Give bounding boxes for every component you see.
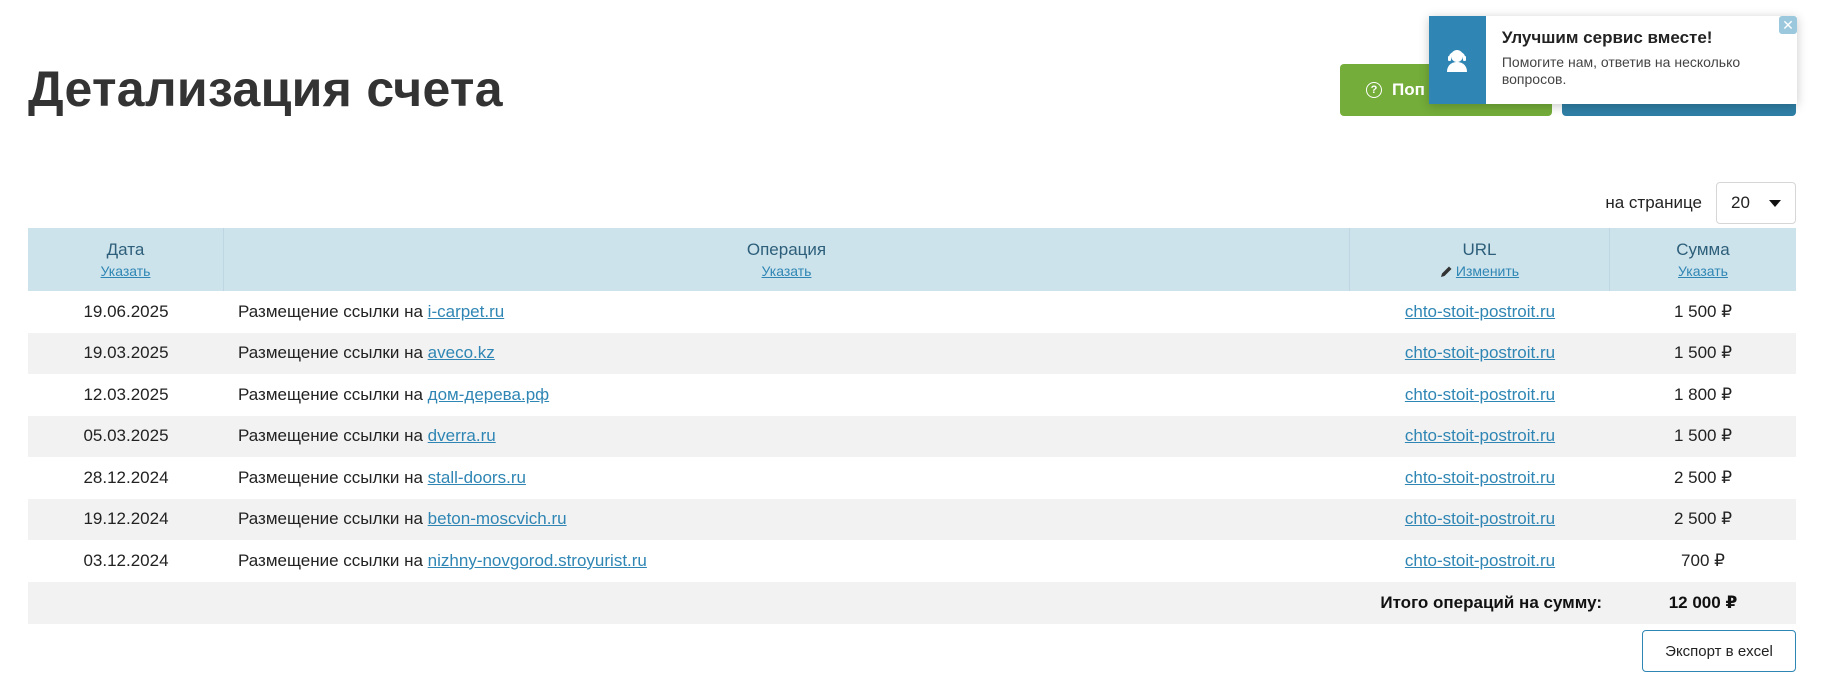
table-row: 12.03.2025 Размещение ссылки на дом-дере… <box>28 374 1796 416</box>
row-operation: Размещение ссылки на aveco.kz <box>224 343 1350 363</box>
row-date: 19.06.2025 <box>83 301 169 321</box>
table-row: 19.03.2025 Размещение ссылки на aveco.kz… <box>28 332 1796 374</box>
survey-popup[interactable]: Улучшим сервис вместе! Помогите нам, отв… <box>1429 16 1797 104</box>
total-row: Итого операций на сумму: 12 000 ₽ <box>28 581 1796 624</box>
row-url-link[interactable]: chto-stoit-postroit.ru <box>1405 343 1555 362</box>
column-title: Сумма <box>1676 240 1730 259</box>
operation-link[interactable]: stall-doors.ru <box>428 468 526 487</box>
page-title: Детализация счета <box>28 61 503 117</box>
operation-text: Размещение ссылки на <box>238 509 423 529</box>
operation-text: Размещение ссылки на <box>238 343 423 363</box>
column-header-operation: Операция Указать <box>224 228 1350 291</box>
row-date: 03.12.2024 <box>83 550 169 570</box>
row-sum: 1 500 ₽ <box>1673 426 1733 446</box>
table-row: 03.12.2024 Размещение ссылки на nizhny-n… <box>28 540 1796 582</box>
help-button-label: Поп <box>1392 80 1425 99</box>
column-title: URL <box>1462 240 1497 259</box>
row-url-link[interactable]: chto-stoit-postroit.ru <box>1405 302 1555 321</box>
row-sum: 1 800 ₽ <box>1673 384 1733 404</box>
question-circle-icon: ? <box>1366 82 1382 98</box>
export-excel-button[interactable]: Экспорт в excel <box>1642 630 1796 672</box>
table-row: 28.12.2024 Размещение ссылки на stall-do… <box>28 457 1796 499</box>
operation-text: Размещение ссылки на <box>238 467 423 487</box>
table-row: 05.03.2025 Размещение ссылки на dverra.r… <box>28 415 1796 457</box>
popup-title: Улучшим сервис вместе! <box>1501 28 1713 47</box>
row-operation: Размещение ссылки на i-carpet.ru <box>224 302 1350 322</box>
date-filter-link[interactable]: Указать <box>101 263 151 279</box>
row-url-link[interactable]: chto-stoit-postroit.ru <box>1405 426 1555 445</box>
per-page-control: на странице 20 <box>1605 182 1796 224</box>
column-header-sum: Сумма Указать <box>1610 228 1796 291</box>
url-edit-link[interactable]: Изменить <box>1440 263 1519 279</box>
row-url-link[interactable]: chto-stoit-postroit.ru <box>1405 385 1555 404</box>
operation-text: Размещение ссылки на <box>238 550 423 570</box>
table-row: 19.12.2024 Размещение ссылки на beton-mo… <box>28 498 1796 540</box>
per-page-label: на странице <box>1605 193 1702 212</box>
row-url-link[interactable]: chto-stoit-postroit.ru <box>1405 509 1555 528</box>
row-date: 12.03.2025 <box>83 384 169 404</box>
column-title: Операция <box>746 240 827 259</box>
column-header-date: Дата Указать <box>28 228 224 291</box>
row-url-link[interactable]: chto-stoit-postroit.ru <box>1405 468 1555 487</box>
operation-link[interactable]: dverra.ru <box>428 426 496 445</box>
column-title: Дата <box>106 240 145 259</box>
popup-text: Помогите нам, ответив на несколько вопро… <box>1501 54 1741 87</box>
popup-icon-area <box>1429 16 1486 104</box>
row-sum: 2 500 ₽ <box>1673 467 1733 487</box>
column-header-url: URL Изменить <box>1350 228 1610 291</box>
row-url-link[interactable]: chto-stoit-postroit.ru <box>1405 551 1555 570</box>
account-details-table: Дата Указать Операция Указать URL Измени… <box>28 228 1796 624</box>
row-sum: 2 500 ₽ <box>1673 509 1733 529</box>
row-operation: Размещение ссылки на stall-doors.ru <box>224 468 1350 488</box>
pencil-icon <box>1440 266 1452 277</box>
per-page-select[interactable]: 20 <box>1716 182 1796 224</box>
row-operation: Размещение ссылки на nizhny-novgorod.str… <box>224 551 1350 571</box>
row-sum: 1 500 ₽ <box>1673 343 1733 363</box>
operation-link[interactable]: дом-дерева.рф <box>428 385 549 404</box>
row-sum: 700 ₽ <box>1681 550 1725 570</box>
row-sum: 1 500 ₽ <box>1673 301 1733 321</box>
operation-link[interactable]: beton-moscvich.ru <box>428 509 567 528</box>
sum-filter-link[interactable]: Указать <box>1678 263 1728 279</box>
operation-text: Размещение ссылки на <box>238 384 423 404</box>
operation-text: Размещение ссылки на <box>238 301 423 321</box>
row-operation: Размещение ссылки на дом-дерева.рф <box>224 385 1350 405</box>
row-date: 19.12.2024 <box>83 509 169 529</box>
row-date: 28.12.2024 <box>83 467 169 487</box>
row-operation: Размещение ссылки на dverra.ru <box>224 426 1350 446</box>
operation-filter-link[interactable]: Указать <box>762 263 812 279</box>
table-header: Дата Указать Операция Указать URL Измени… <box>28 228 1796 291</box>
chevron-down-icon <box>1769 199 1781 207</box>
row-operation: Размещение ссылки на beton-moscvich.ru <box>224 509 1350 529</box>
close-icon[interactable]: ✕ <box>1779 16 1797 34</box>
total-sum: 12 000 ₽ <box>1668 592 1738 612</box>
support-agent-icon <box>1447 50 1468 72</box>
operation-text: Размещение ссылки на <box>238 426 423 446</box>
row-date: 19.03.2025 <box>83 343 169 363</box>
url-edit-label: Изменить <box>1455 263 1520 279</box>
table-row: 19.06.2025 Размещение ссылки на i-carpet… <box>28 291 1796 333</box>
total-label: Итого операций на сумму: <box>1380 592 1602 612</box>
operation-link[interactable]: i-carpet.ru <box>428 302 505 321</box>
row-date: 05.03.2025 <box>83 426 169 446</box>
operation-link[interactable]: nizhny-novgorod.stroyurist.ru <box>428 551 647 570</box>
operation-link[interactable]: aveco.kz <box>428 343 495 362</box>
per-page-value: 20 <box>1731 193 1750 212</box>
